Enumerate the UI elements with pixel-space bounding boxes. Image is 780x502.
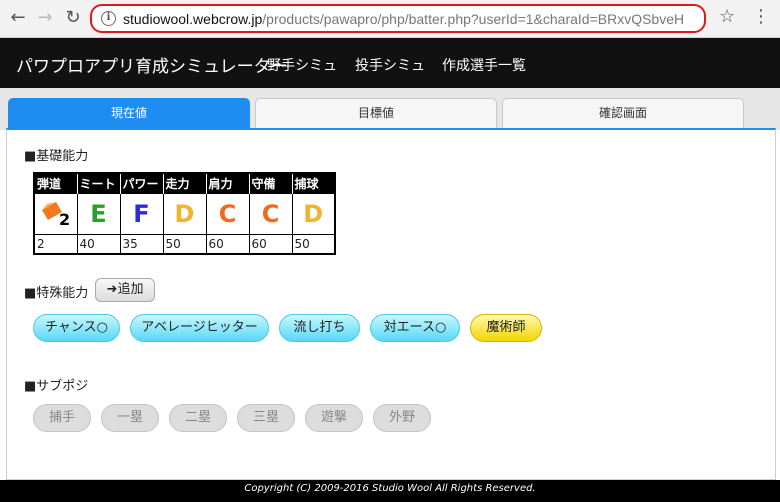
trajectory-arrow-icon: 2	[41, 201, 70, 229]
forward-arrow-icon[interactable]: →	[34, 7, 56, 29]
trajectory-badge: 2	[59, 210, 70, 228]
meet-value: 40	[76, 233, 121, 255]
speed-grade[interactable]: D	[162, 192, 207, 235]
add-button-label: 追加	[117, 282, 144, 297]
sign-in-icon: ➜	[106, 282, 118, 297]
fielding-value: 60	[248, 233, 293, 255]
speed-value: 50	[162, 233, 207, 255]
col-header-power: パワー	[120, 173, 164, 193]
subpos-outfield[interactable]: 外野	[373, 404, 431, 432]
power-grade[interactable]: F	[119, 192, 164, 235]
arm-value: 60	[205, 233, 250, 255]
col-header-speed: 走力	[163, 173, 207, 193]
trajectory-value: 2	[33, 233, 78, 255]
info-icon[interactable]: i	[101, 11, 116, 26]
catching-grade[interactable]: D	[291, 192, 336, 235]
basic-abilities-title: ■基礎能力	[24, 149, 89, 164]
reload-icon[interactable]: ↻	[62, 7, 84, 29]
basic-abilities-table: 弾道 ミート パワー 走力 肩力 守備 捕球 2 E F D C C D 2 4…	[33, 172, 336, 255]
fielding-grade[interactable]: C	[248, 192, 293, 235]
subpos-catcher[interactable]: 捕手	[33, 404, 91, 432]
special-opposite-field[interactable]: 流し打ち	[279, 314, 360, 342]
catching-value: 50	[291, 233, 336, 255]
tab-confirm[interactable]: 確認画面	[502, 98, 744, 128]
tab-target[interactable]: 目標値	[255, 98, 497, 128]
subpos-second-base[interactable]: 二塁	[169, 404, 227, 432]
power-value: 35	[119, 233, 164, 255]
app-title[interactable]: パワプロアプリ育成シミュレーター	[16, 52, 288, 77]
app-header: パワプロアプリ育成シミュレーター 野手シミュ 投手シミュ 作成選手一覧	[0, 38, 780, 88]
special-chance[interactable]: チャンス○	[33, 314, 120, 342]
nav-batter-sim[interactable]: 野手シミュ	[267, 55, 337, 75]
tab-current[interactable]: 現在値	[8, 98, 250, 128]
add-special-button[interactable]: ➜追加	[95, 278, 155, 302]
back-arrow-icon[interactable]: ←	[7, 7, 29, 29]
address-bar[interactable]: i studiowool.webcrow.jp/products/pawapro…	[90, 4, 706, 33]
bookmark-star-icon[interactable]: ☆	[719, 6, 735, 27]
nav-pitcher-sim[interactable]: 投手シミュ	[355, 55, 425, 75]
meet-grade[interactable]: E	[76, 192, 121, 235]
trajectory-grade[interactable]: 2	[33, 192, 78, 235]
col-header-arm: 肩力	[206, 173, 250, 193]
arm-grade[interactable]: C	[205, 192, 250, 235]
sub-positions-title: ■サブポジ	[24, 379, 89, 394]
col-header-meet: ミート	[77, 173, 121, 193]
col-header-fielding: 守備	[249, 173, 293, 193]
browser-toolbar: ← → ↻ i studiowool.webcrow.jp/products/p…	[0, 0, 780, 38]
subpos-first-base[interactable]: 一塁	[101, 404, 159, 432]
nav-player-list[interactable]: 作成選手一覧	[442, 55, 526, 75]
kebab-menu-icon[interactable]: ⋮	[752, 6, 770, 27]
special-average-hitter[interactable]: アベレージヒッター	[130, 314, 269, 342]
col-header-catching: 捕球	[292, 173, 336, 193]
subpos-third-base[interactable]: 三塁	[237, 404, 295, 432]
url-text[interactable]: studiowool.webcrow.jp/products/pawapro/p…	[123, 11, 698, 27]
col-header-trajectory: 弾道	[34, 173, 78, 193]
special-magician[interactable]: 魔術師	[470, 314, 542, 342]
copyright-footer: Copyright (C) 2009-2016 Studio Wool All …	[0, 480, 780, 502]
subpos-shortstop[interactable]: 遊撃	[305, 404, 363, 432]
special-abilities-title: ■特殊能力	[24, 286, 89, 301]
tab-bar: 現在値 目標値 確認画面	[0, 88, 780, 130]
special-vs-ace[interactable]: 対エース○	[370, 314, 460, 342]
